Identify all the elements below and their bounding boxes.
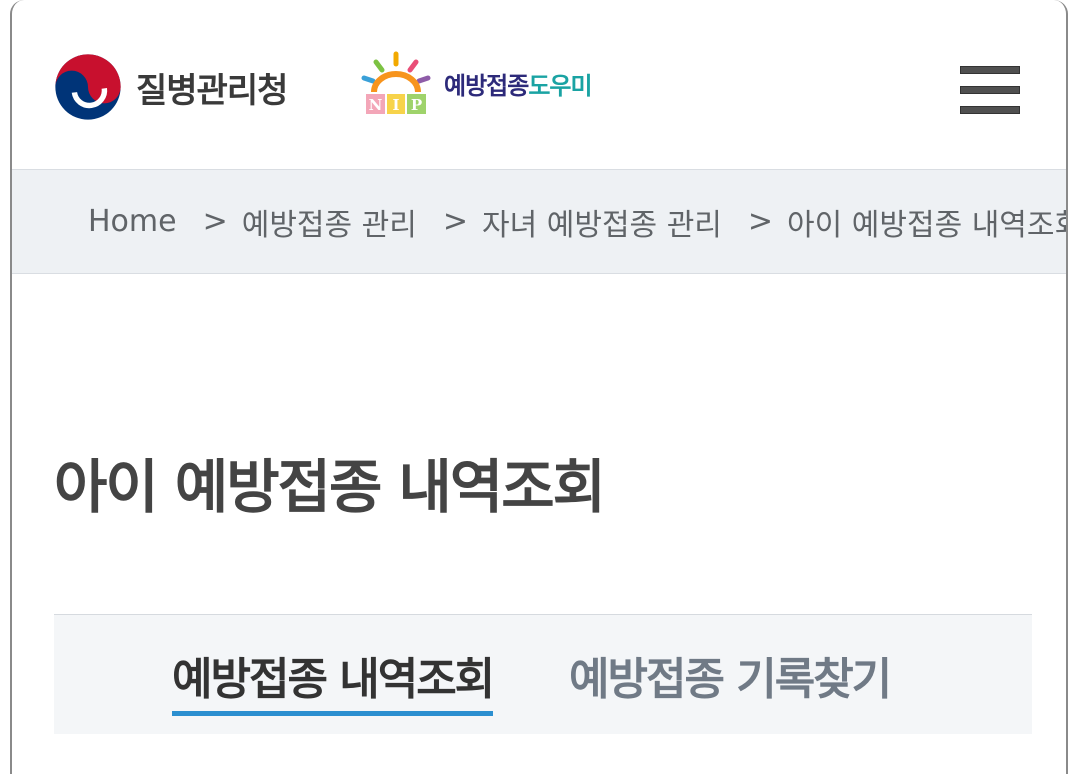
- svg-text:N: N: [369, 96, 383, 114]
- breadcrumb-item-vaccination-management[interactable]: 예방접종 관리: [242, 200, 417, 244]
- breadcrumb-separator: >: [442, 204, 469, 239]
- nip-logo[interactable]: N I P 예방접종도우미: [360, 50, 593, 116]
- hamburger-menu-icon[interactable]: [960, 66, 1020, 118]
- browser-frame: 질병관리청 N I P 예방접종도우미 Home > 예방접종 관리 > 자녀 …: [10, 0, 1068, 774]
- breadcrumb-separator: >: [747, 204, 774, 239]
- nip-sun-icon: N I P: [361, 51, 431, 114]
- menu-bar: [960, 86, 1020, 94]
- tab-vaccination-record-search[interactable]: 예방접종 기록찾기: [569, 643, 892, 711]
- agency-name: 질병관리청: [136, 70, 288, 111]
- svg-text:P: P: [411, 96, 422, 114]
- tab-bar: 예방접종 내역조회 예방접종 기록찾기: [54, 614, 1032, 734]
- nip-title-part2: 도우미: [528, 71, 592, 100]
- breadcrumb-separator: >: [202, 204, 228, 239]
- breadcrumb-item-child-management[interactable]: 자녀 예방접종 관리: [482, 200, 722, 244]
- menu-bar: [960, 66, 1020, 74]
- svg-text:I: I: [392, 96, 399, 114]
- taegeuk-emblem-icon: [55, 54, 121, 120]
- nip-title-part1: 예방접종: [444, 71, 529, 100]
- breadcrumb: Home > 예방접종 관리 > 자녀 예방접종 관리 > 아이 예방접종 내역…: [12, 170, 1066, 274]
- site-header: 질병관리청 N I P 예방접종도우미: [12, 0, 1066, 170]
- menu-bar: [960, 106, 1020, 114]
- breadcrumb-item-current[interactable]: 아이 예방접종 내역조회: [787, 200, 1066, 244]
- tab-vaccination-history[interactable]: 예방접종 내역조회: [172, 643, 495, 716]
- page-title: 아이 예방접종 내역조회: [54, 453, 606, 521]
- breadcrumb-home[interactable]: Home: [88, 204, 177, 239]
- kdca-logo[interactable]: 질병관리청: [54, 52, 288, 122]
- nip-title: 예방접종도우미: [444, 66, 593, 101]
